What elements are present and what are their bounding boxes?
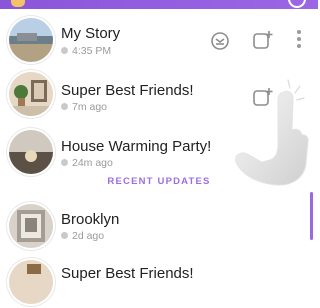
avatar — [9, 204, 53, 248]
clock-icon — [61, 232, 68, 239]
ghost-badge-icon[interactable] — [11, 0, 25, 7]
story-name: My Story — [61, 25, 121, 42]
clock-icon — [61, 159, 68, 166]
story-name: House Warming Party! — [61, 138, 212, 155]
add-snap-icon[interactable] — [252, 29, 274, 51]
gear-circle-icon[interactable] — [210, 31, 230, 51]
story-time: 7m ago — [61, 101, 107, 113]
story-time: 24m ago — [61, 157, 113, 169]
story-time: 2d ago — [61, 230, 104, 242]
avatar — [9, 72, 53, 116]
avatar — [9, 18, 53, 62]
more-vertical-icon[interactable] — [295, 29, 303, 51]
story-name: Brooklyn — [61, 211, 120, 228]
story-row-my-story[interactable]: My Story 4:35 PM — [0, 16, 318, 72]
story-row-super-best-friends-recent[interactable]: Super Best Friends! — [0, 252, 318, 308]
top-header — [0, 0, 318, 9]
story-time: 4:35 PM — [61, 45, 111, 57]
scrollbar[interactable] — [310, 192, 313, 240]
clock-icon — [61, 47, 68, 54]
avatar — [9, 130, 53, 174]
settings-circle-icon[interactable] — [288, 0, 306, 8]
clock-icon — [61, 103, 68, 110]
avatar — [9, 260, 53, 304]
pointing-hand-icon — [235, 79, 309, 186]
story-row-brooklyn[interactable]: Brooklyn 2d ago — [0, 196, 318, 252]
story-name: Super Best Friends! — [61, 82, 194, 99]
